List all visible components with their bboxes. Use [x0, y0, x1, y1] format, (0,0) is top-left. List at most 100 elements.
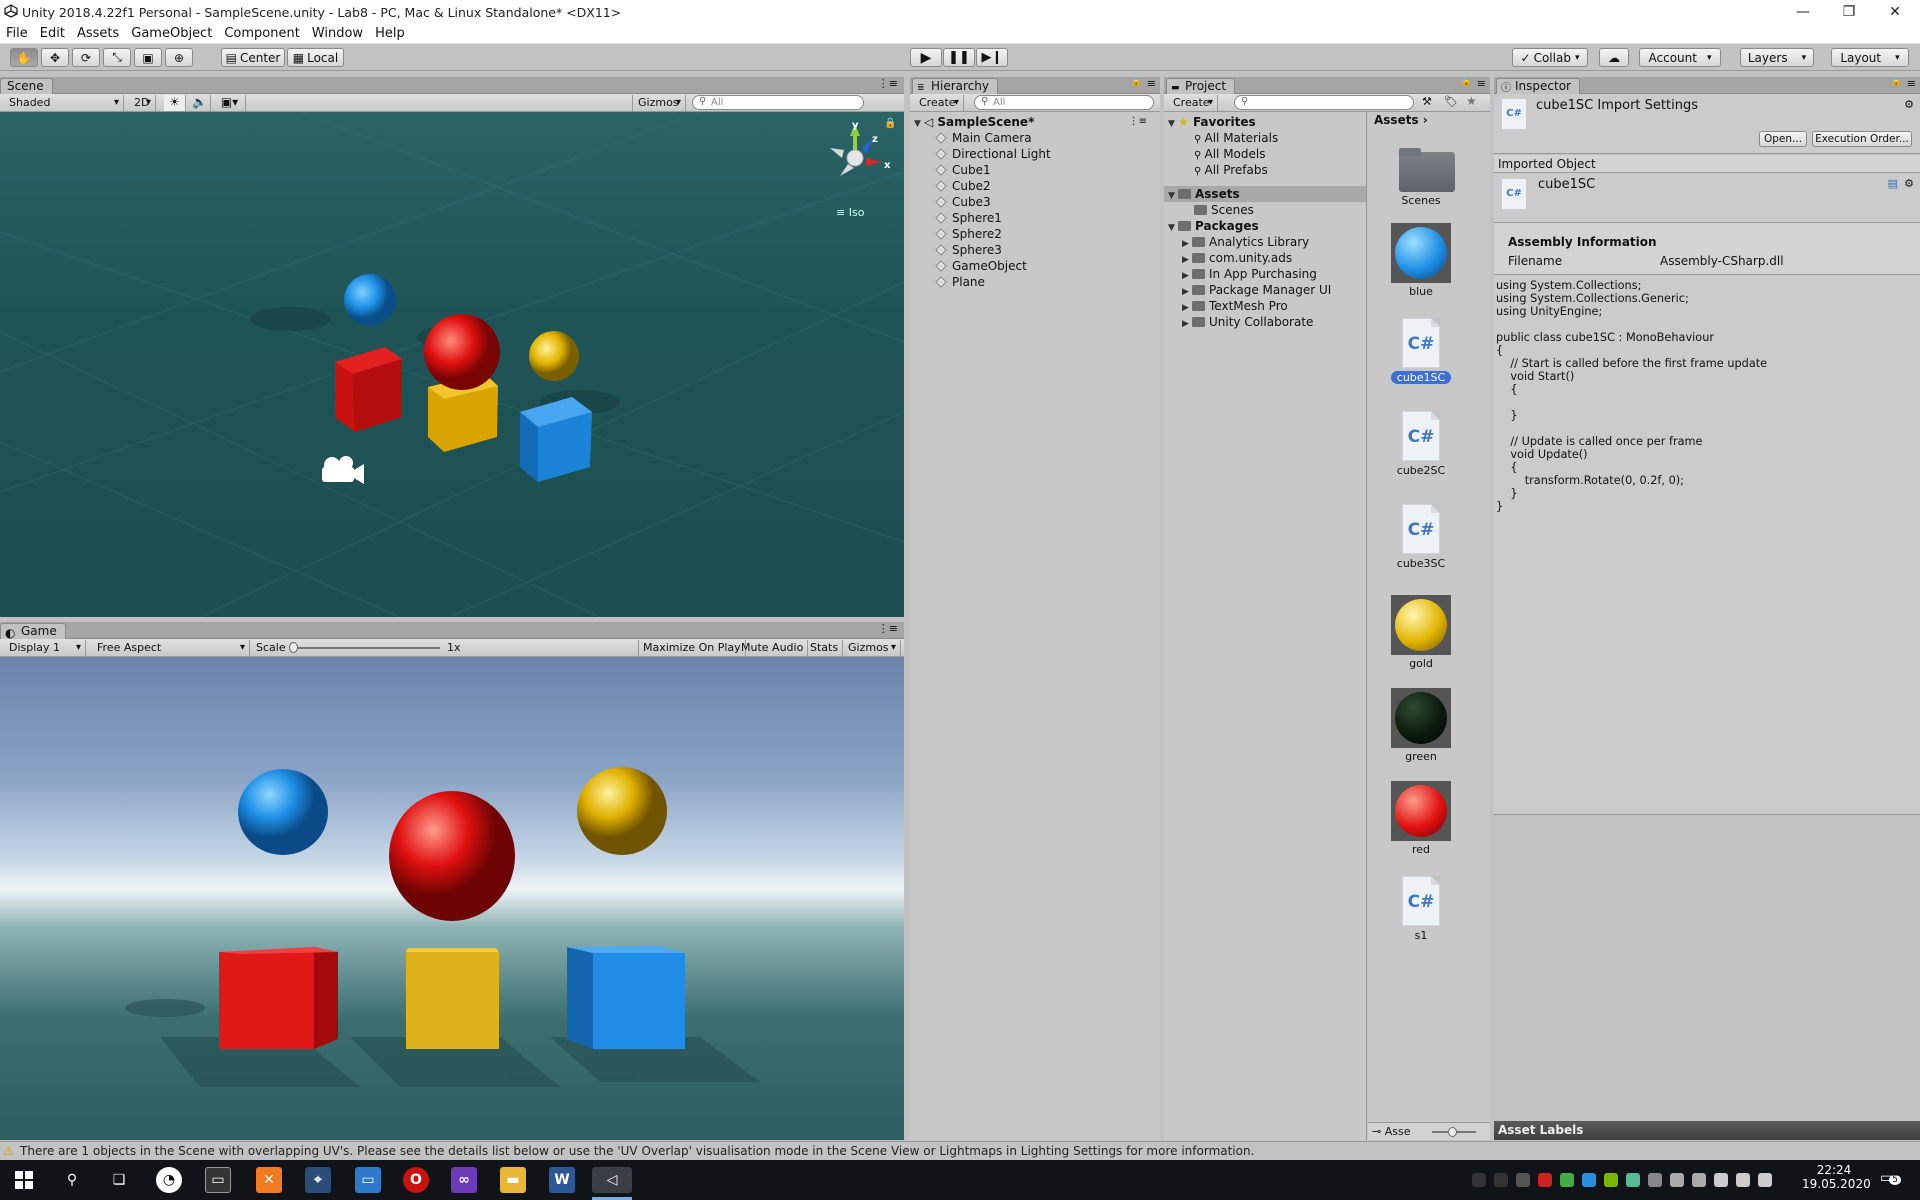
notification-center-button[interactable]: ▭5 — [1880, 1170, 1901, 1186]
tab-project[interactable]: ▬ Project — [1166, 78, 1236, 94]
scene-effects-dropdown[interactable]: ▣▾ — [214, 95, 246, 111]
tab-inspector[interactable]: ⓘ Inspector — [1496, 78, 1580, 94]
project-search-input[interactable] — [1234, 95, 1414, 110]
panel-menu-icon[interactable]: ≡ — [1907, 77, 1916, 90]
panel-menu-icon[interactable]: ≡ — [1477, 77, 1486, 90]
settings-gear-icon[interactable]: ⚙ — [1904, 177, 1914, 190]
game-gizmos-dropdown[interactable]: Gizmos — [843, 640, 901, 656]
asset-breadcrumb[interactable]: Assets › — [1368, 112, 1490, 128]
hierarchy-item[interactable]: Plane — [910, 274, 1155, 290]
tray-icon[interactable] — [1472, 1173, 1486, 1187]
windows-start-button[interactable] — [11, 1167, 37, 1193]
scene-root-row[interactable]: ▼ ◁ SampleScene* ⋮≡ — [910, 114, 1155, 130]
taskbar-app-terminal[interactable]: ▭ — [205, 1167, 231, 1193]
lock-icon[interactable]: 🔒 — [1131, 77, 1142, 87]
menu-gameobject[interactable]: GameObject — [125, 26, 218, 41]
scene-gizmos-dropdown[interactable]: Gizmos — [632, 95, 686, 111]
hierarchy-item[interactable]: Cube1 — [910, 162, 1155, 178]
scene-audio-toggle[interactable]: 🔈 — [189, 95, 211, 111]
hand-tool-button[interactable]: ✋ — [10, 48, 38, 67]
asset-cube3sc-script[interactable]: C# cube3SC — [1390, 504, 1452, 570]
layout-dropdown[interactable]: Layout ▾ — [1831, 48, 1909, 67]
open-button[interactable]: Open... — [1759, 131, 1807, 147]
hierarchy-item[interactable]: Directional Light — [910, 146, 1155, 162]
tray-icon[interactable] — [1714, 1173, 1728, 1187]
orientation-gizmo[interactable]: y z x — [822, 120, 892, 200]
asset-cube2sc-script[interactable]: C# cube2SC — [1390, 411, 1452, 477]
settings-gear-icon[interactable]: ⚙ — [1904, 98, 1914, 111]
scale-tool-button[interactable]: ⤡ — [103, 48, 131, 67]
tab-hierarchy[interactable]: ≣ Hierarchy — [912, 78, 999, 94]
menu-help[interactable]: Help — [369, 26, 411, 41]
collapse-triangle-icon[interactable]: ▶ — [1182, 316, 1192, 332]
asset-green-material[interactable]: green — [1390, 688, 1452, 763]
maximize-on-play-toggle[interactable]: Maximize On Play — [638, 640, 746, 656]
tray-icon[interactable] — [1516, 1173, 1530, 1187]
cloud-button[interactable]: ☁ — [1599, 48, 1629, 67]
menu-window[interactable]: Window — [306, 26, 369, 41]
tray-icon[interactable] — [1626, 1173, 1640, 1187]
hierarchy-item[interactable]: Main Camera — [910, 130, 1155, 146]
taskbar-app-xampp[interactable]: ✕ — [256, 1167, 282, 1193]
lock-icon[interactable]: 🔒 — [1461, 77, 1472, 87]
scene-search-input[interactable]: All — [692, 95, 864, 110]
filter-by-label-icon[interactable]: 🏷 — [1444, 95, 1458, 108]
projection-toggle[interactable]: ≡ Iso — [836, 206, 864, 219]
menu-component[interactable]: Component — [218, 26, 305, 41]
panel-menu-icon[interactable]: ⋮≡ — [878, 77, 898, 90]
hierarchy-item[interactable]: Cube3 — [910, 194, 1155, 210]
lock-icon[interactable]: 🔒 — [1891, 77, 1902, 87]
taskbar-app-remote[interactable]: ▭ — [355, 1167, 381, 1193]
menu-file[interactable]: File — [0, 26, 34, 41]
hierarchy-item[interactable]: Sphere1 — [910, 210, 1155, 226]
shading-mode-dropdown[interactable]: Shaded — [4, 95, 124, 111]
menu-edit[interactable]: Edit — [34, 26, 71, 41]
game-viewport[interactable] — [0, 657, 904, 1140]
minimize-button[interactable]: — — [1780, 0, 1826, 24]
asset-gold-material[interactable]: gold — [1390, 595, 1452, 670]
hierarchy-item[interactable]: Cube2 — [910, 178, 1155, 194]
close-button[interactable]: ✕ — [1872, 0, 1918, 24]
asset-s1-script[interactable]: C# s1 — [1390, 876, 1452, 942]
task-view-button[interactable]: ❏ — [106, 1167, 132, 1193]
scale-slider-thumb[interactable] — [289, 642, 298, 653]
rotate-tool-button[interactable]: ⟳ — [72, 48, 100, 67]
hierarchy-item[interactable]: Sphere3 — [910, 242, 1155, 258]
tray-icon[interactable] — [1560, 1173, 1574, 1187]
toggle-2d-button[interactable]: 2D — [130, 95, 156, 111]
hierarchy-item[interactable]: Sphere2 — [910, 226, 1155, 242]
hierarchy-create-dropdown[interactable]: Create — [914, 95, 964, 111]
project-create-dropdown[interactable]: Create — [1168, 95, 1218, 111]
lock-icon[interactable]: 🔒 — [884, 118, 896, 129]
taskbar-app-browser[interactable]: ◔ — [156, 1167, 182, 1193]
taskbar-app-visual-studio[interactable]: ∞ — [451, 1167, 477, 1193]
mute-audio-toggle[interactable]: Mute Audio — [737, 640, 809, 656]
asset-red-material[interactable]: red — [1390, 781, 1452, 856]
tab-scene[interactable]: Scene — [0, 78, 53, 94]
scene-viewport[interactable]: y z x ≡ Iso 🔒 — [0, 112, 904, 617]
pause-button[interactable]: ❚❚ — [943, 48, 975, 67]
taskbar-app-opera[interactable]: O — [403, 1167, 429, 1193]
scale-slider-track[interactable] — [292, 647, 440, 649]
menu-assets[interactable]: Assets — [71, 26, 125, 41]
taskbar-search-button[interactable]: ⚲ — [59, 1167, 85, 1193]
space-local-button[interactable]: ▦ Local — [287, 48, 344, 67]
filter-by-type-icon[interactable]: ⚒ — [1422, 95, 1432, 108]
taskbar-clock[interactable]: 22:24 19.05.2020 — [1802, 1163, 1871, 1191]
panel-menu-icon[interactable]: ⋮≡ — [878, 622, 898, 635]
panel-menu-icon[interactable]: ≡ — [1147, 77, 1156, 90]
rect-tool-button[interactable]: ▣ — [134, 48, 162, 67]
hierarchy-item[interactable]: GameObject — [910, 258, 1155, 274]
tray-icon[interactable] — [1582, 1173, 1596, 1187]
icon-size-slider-thumb[interactable] — [1448, 1127, 1457, 1137]
tray-icon[interactable] — [1692, 1173, 1706, 1187]
tray-icon[interactable] — [1758, 1173, 1772, 1187]
account-dropdown[interactable]: Account ▾ — [1639, 48, 1721, 67]
taskbar-app-unity[interactable]: ◁ — [592, 1167, 632, 1193]
scene-lighting-toggle[interactable]: ☀ — [164, 95, 186, 111]
tray-icon[interactable] — [1670, 1173, 1684, 1187]
transform-tool-button[interactable]: ⊕ — [165, 48, 193, 67]
asset-labels-bar[interactable]: Asset Labels — [1494, 1121, 1920, 1140]
tray-icon[interactable] — [1494, 1173, 1508, 1187]
collab-dropdown[interactable]: ✓ Collab ▾ — [1512, 48, 1588, 67]
